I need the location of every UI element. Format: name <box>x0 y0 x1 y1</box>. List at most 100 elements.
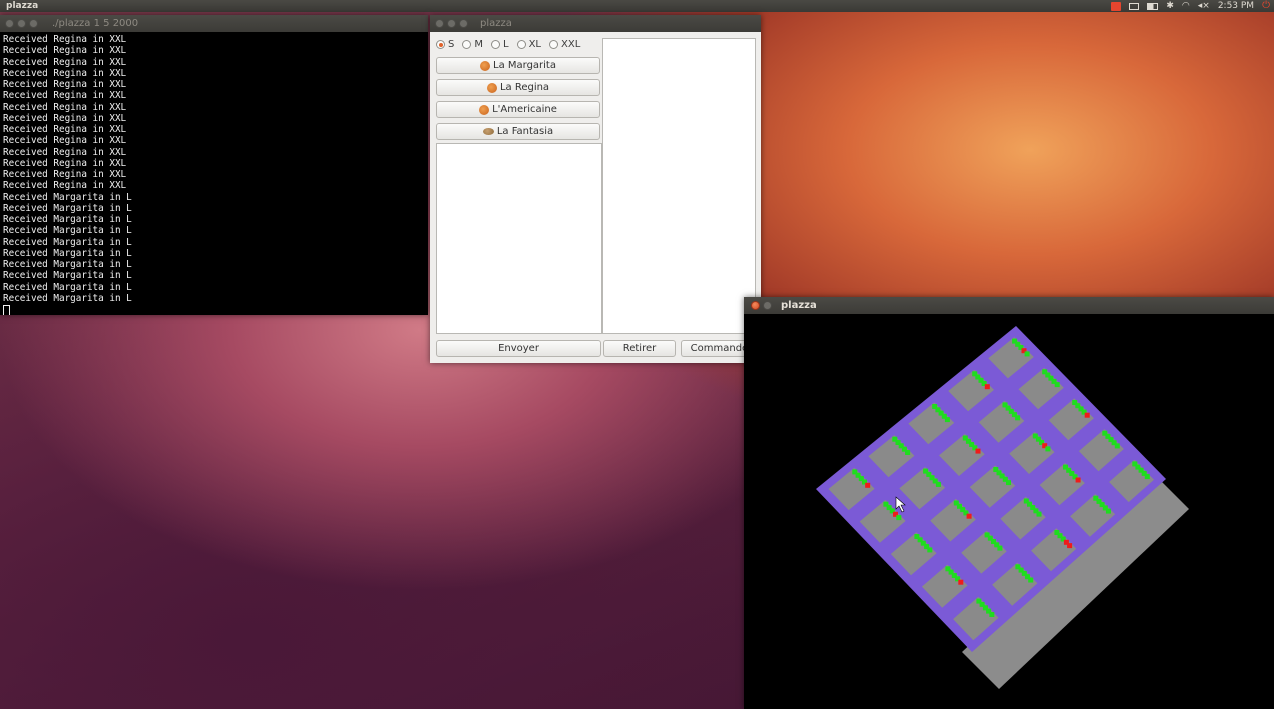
kitchen-grid-render <box>816 326 1189 689</box>
size-label: S <box>448 39 455 50</box>
wifi-icon[interactable]: ◠ <box>1182 0 1190 12</box>
cook-status-ok <box>1105 508 1111 514</box>
cook-status-ok <box>989 612 995 617</box>
maximize-icon[interactable] <box>29 19 38 28</box>
size-label: XXL <box>561 39 581 50</box>
plazza-order-window: plazza S M L XL XXL La Margarita La Regi… <box>430 15 761 363</box>
terminal-line: Received Regina in XXL <box>3 56 127 68</box>
remove-button[interactable]: Retirer <box>603 340 676 357</box>
notification-icon[interactable] <box>1111 1 1122 11</box>
terminal-line: Received Margarita in L <box>3 270 132 282</box>
order-summary-list[interactable] <box>602 38 756 334</box>
terminal-line: Received Regina in XXL <box>3 79 127 90</box>
active-app-name: plazza <box>6 1 39 11</box>
terminal-line: Received Regina in XXL <box>3 124 127 135</box>
top-panel: plazza ✱ ◠ ◂× 2:53 PM ⏻ <box>0 0 1274 12</box>
power-icon[interactable]: ⏻ <box>1262 0 1270 12</box>
clock[interactable]: 2:53 PM <box>1218 0 1254 12</box>
pizza-label: La Margarita <box>493 60 556 71</box>
terminal-line: Received Regina in XXL <box>3 169 127 180</box>
pizza-button-margarita[interactable]: La Margarita <box>436 57 600 74</box>
terminal-titlebar[interactable]: ./plazza 1 5 2000 <box>0 15 428 32</box>
size-radio-group: S M L XL XXL <box>436 39 584 50</box>
terminal-line: Received Margarita in L <box>3 202 132 214</box>
terminal-line: Received Margarita in L <box>3 236 132 248</box>
cook-status-busy <box>958 579 964 585</box>
gui-titlebar[interactable]: plazza <box>430 15 761 32</box>
terminal-line: Received Regina in XXL <box>3 157 127 169</box>
size-option-xl[interactable]: XL <box>516 39 541 50</box>
terminal-line: Received Margarita in L <box>3 225 132 237</box>
battery-icon[interactable] <box>1147 2 1159 10</box>
pizza-icon <box>479 104 490 115</box>
size-option-l[interactable]: L <box>491 39 509 50</box>
size-label: XL <box>528 39 541 50</box>
cook-status-busy <box>966 513 972 519</box>
cook-status-ok <box>1024 351 1030 357</box>
minimize-icon[interactable] <box>17 19 26 28</box>
close-icon[interactable] <box>435 19 444 28</box>
size-label: L <box>503 39 509 50</box>
pizza-label: La Fantasia <box>496 126 554 137</box>
cook-status-ok <box>1028 577 1034 583</box>
terminal-title: ./plazza 1 5 2000 <box>52 18 139 29</box>
terminal-line: Received Margarita in L <box>3 191 132 203</box>
pizza-icon <box>486 82 497 93</box>
radio-button[interactable] <box>549 40 558 49</box>
radio-button[interactable] <box>462 40 472 49</box>
minimize-icon[interactable] <box>447 19 456 28</box>
cook-status-ok <box>1006 480 1011 486</box>
pizza-icon <box>482 128 494 135</box>
indicator-area: ✱ ◠ ◂× 2:53 PM ⏻ <box>1111 0 1270 12</box>
order-list[interactable] <box>436 143 602 334</box>
cook-status-ok <box>1054 382 1060 388</box>
terminal-line: Received Regina in XXL <box>3 34 127 45</box>
terminal-line: Received Margarita in L <box>3 292 132 304</box>
terminal-line: Received Margarita in L <box>3 281 132 293</box>
cook-status-ok <box>944 417 950 423</box>
cook-status-busy <box>1075 477 1081 483</box>
pizza-button-americaine[interactable]: L'Americaine <box>436 101 600 118</box>
terminal-line: Received Regina in XXL <box>3 112 127 124</box>
minimize-icon[interactable] <box>763 301 772 310</box>
close-icon[interactable] <box>751 301 760 310</box>
cook-status-busy <box>1067 543 1073 549</box>
cook-status-ok <box>1045 446 1051 452</box>
cook-status-ok <box>927 547 933 553</box>
pizza-button-fantasia[interactable]: La Fantasia <box>436 123 600 140</box>
terminal-line: Received Regina in XXL <box>3 45 127 57</box>
terminal-line: Received Margarita in L <box>3 214 132 225</box>
maximize-icon[interactable] <box>459 19 468 28</box>
kitchen-3d-view[interactable] <box>744 314 1274 709</box>
radio-button[interactable] <box>491 40 500 49</box>
cook-status-ok <box>896 515 902 521</box>
cook-status-ok <box>1144 474 1150 480</box>
mail-icon[interactable] <box>1129 2 1140 10</box>
size-option-m[interactable]: M <box>462 39 483 50</box>
terminal-line: Received Regina in XXL <box>3 146 127 158</box>
cook-status-busy <box>1084 412 1090 418</box>
volume-icon[interactable]: ◂× <box>1198 0 1210 12</box>
terminal-line: Received Regina in XXL <box>3 67 127 79</box>
radio-button[interactable] <box>436 40 445 49</box>
size-option-xxl[interactable]: XXL <box>549 39 580 50</box>
pizza-icon <box>480 60 490 71</box>
close-icon[interactable] <box>5 19 14 28</box>
terminal-window: ./plazza 1 5 2000 Received Regina in XXL… <box>0 15 428 315</box>
cook-status-ok <box>935 481 941 487</box>
terminal-output[interactable]: Received Regina in XXL Received Regina in… <box>0 32 428 315</box>
glview-titlebar[interactable]: plazza <box>744 297 1274 314</box>
cook-status-ok <box>905 450 911 455</box>
size-option-s[interactable]: S <box>436 39 454 50</box>
terminal-line: Received Margarita in L <box>3 247 132 259</box>
pizza-button-regina[interactable]: La Regina <box>436 79 600 96</box>
cook-status-ok <box>997 545 1003 551</box>
gui-title: plazza <box>480 18 512 29</box>
radio-button[interactable] <box>516 40 526 49</box>
send-button[interactable]: Envoyer <box>436 340 601 357</box>
terminal-cursor <box>3 305 10 315</box>
cook-status-ok <box>1015 415 1021 421</box>
cook-status-busy <box>975 448 981 454</box>
bluetooth-icon[interactable]: ✱ <box>1166 0 1174 12</box>
terminal-line: Received Margarita in L <box>3 259 132 270</box>
